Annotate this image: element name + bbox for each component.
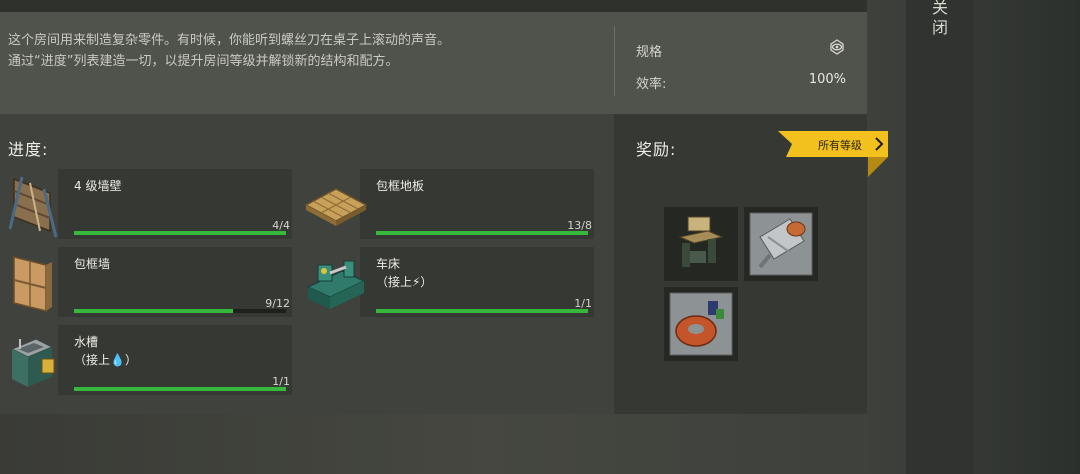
item-name-title: 车床 bbox=[376, 257, 401, 271]
progress-bar-fill bbox=[74, 387, 286, 391]
item-name: 包框地板 bbox=[376, 179, 425, 193]
progress-item-sink[interactable]: 水槽 （接上💧） 1/1 bbox=[0, 325, 292, 395]
progress-bar bbox=[376, 309, 588, 313]
item-name: 包框墙 bbox=[74, 257, 111, 271]
progress-item-wall[interactable]: 4 级墙壁 4/4 bbox=[0, 169, 292, 239]
progress-item-lathe[interactable]: 车床 （接上⚡） 1/1 bbox=[302, 247, 594, 317]
reward-slot-motor[interactable] bbox=[744, 207, 818, 281]
rewards-title: 奖励: bbox=[636, 140, 677, 159]
eye-icon[interactable] bbox=[828, 38, 846, 56]
specs-label: 规格 bbox=[636, 45, 663, 60]
wall-icon bbox=[0, 169, 66, 239]
item-name-sub: （接上💧） bbox=[74, 353, 137, 367]
all-levels-button[interactable]: 所有等级 bbox=[778, 131, 888, 177]
progress-bar bbox=[376, 231, 588, 235]
progress-bar-fill bbox=[376, 309, 588, 313]
progress-bar-fill bbox=[74, 309, 233, 313]
floor-icon bbox=[302, 169, 368, 239]
item-name: 车床 （接上⚡） bbox=[376, 255, 432, 291]
progress-bar-fill bbox=[376, 231, 588, 235]
progress-item-framed-wall[interactable]: 包框墙 9/12 bbox=[0, 247, 292, 317]
reward-slot-copper-coil[interactable] bbox=[664, 287, 738, 361]
room-description: 这个房间用来制造复杂零件。有时候，你能听到螺丝刀在桌子上滚动的声音。 通过“进度… bbox=[8, 30, 450, 72]
close-bar[interactable] bbox=[906, 0, 974, 474]
divider bbox=[614, 26, 615, 96]
motor-icon bbox=[749, 212, 813, 276]
copper-coil-icon bbox=[669, 292, 733, 356]
efficiency-label: 效率: bbox=[636, 77, 667, 92]
all-levels-label: 所有等级 bbox=[818, 139, 862, 152]
progress-bar-fill bbox=[74, 231, 286, 235]
progress-bar bbox=[74, 387, 286, 391]
progress-item-framed-floor[interactable]: 包框地板 13/8 bbox=[302, 169, 594, 239]
item-name-title: 水槽 bbox=[74, 335, 99, 349]
item-name: 水槽 （接上💧） bbox=[74, 333, 137, 369]
description-line-1: 这个房间用来制造复杂零件。有时候，你能听到螺丝刀在桌子上滚动的声音。 bbox=[8, 33, 451, 48]
item-name-sub: （接上⚡） bbox=[376, 275, 433, 289]
efficiency-value: 100% bbox=[808, 72, 846, 87]
progress-bar bbox=[74, 231, 286, 235]
sink-icon bbox=[0, 325, 66, 395]
item-name: 4 级墙壁 bbox=[74, 179, 122, 193]
top-strip bbox=[0, 0, 867, 12]
progress-title: 进度: bbox=[8, 140, 49, 159]
lathe-icon bbox=[302, 247, 368, 317]
framed-wall-icon bbox=[0, 247, 66, 317]
reward-slot-workbench[interactable] bbox=[664, 207, 738, 281]
description-line-2: 通过“进度”列表建造一切，以提升房间等级并解锁新的结构和配方。 bbox=[8, 54, 399, 69]
workbench-icon bbox=[678, 216, 724, 267]
progress-bar bbox=[74, 309, 286, 313]
close-button[interactable]: 关闭 bbox=[932, 0, 948, 38]
